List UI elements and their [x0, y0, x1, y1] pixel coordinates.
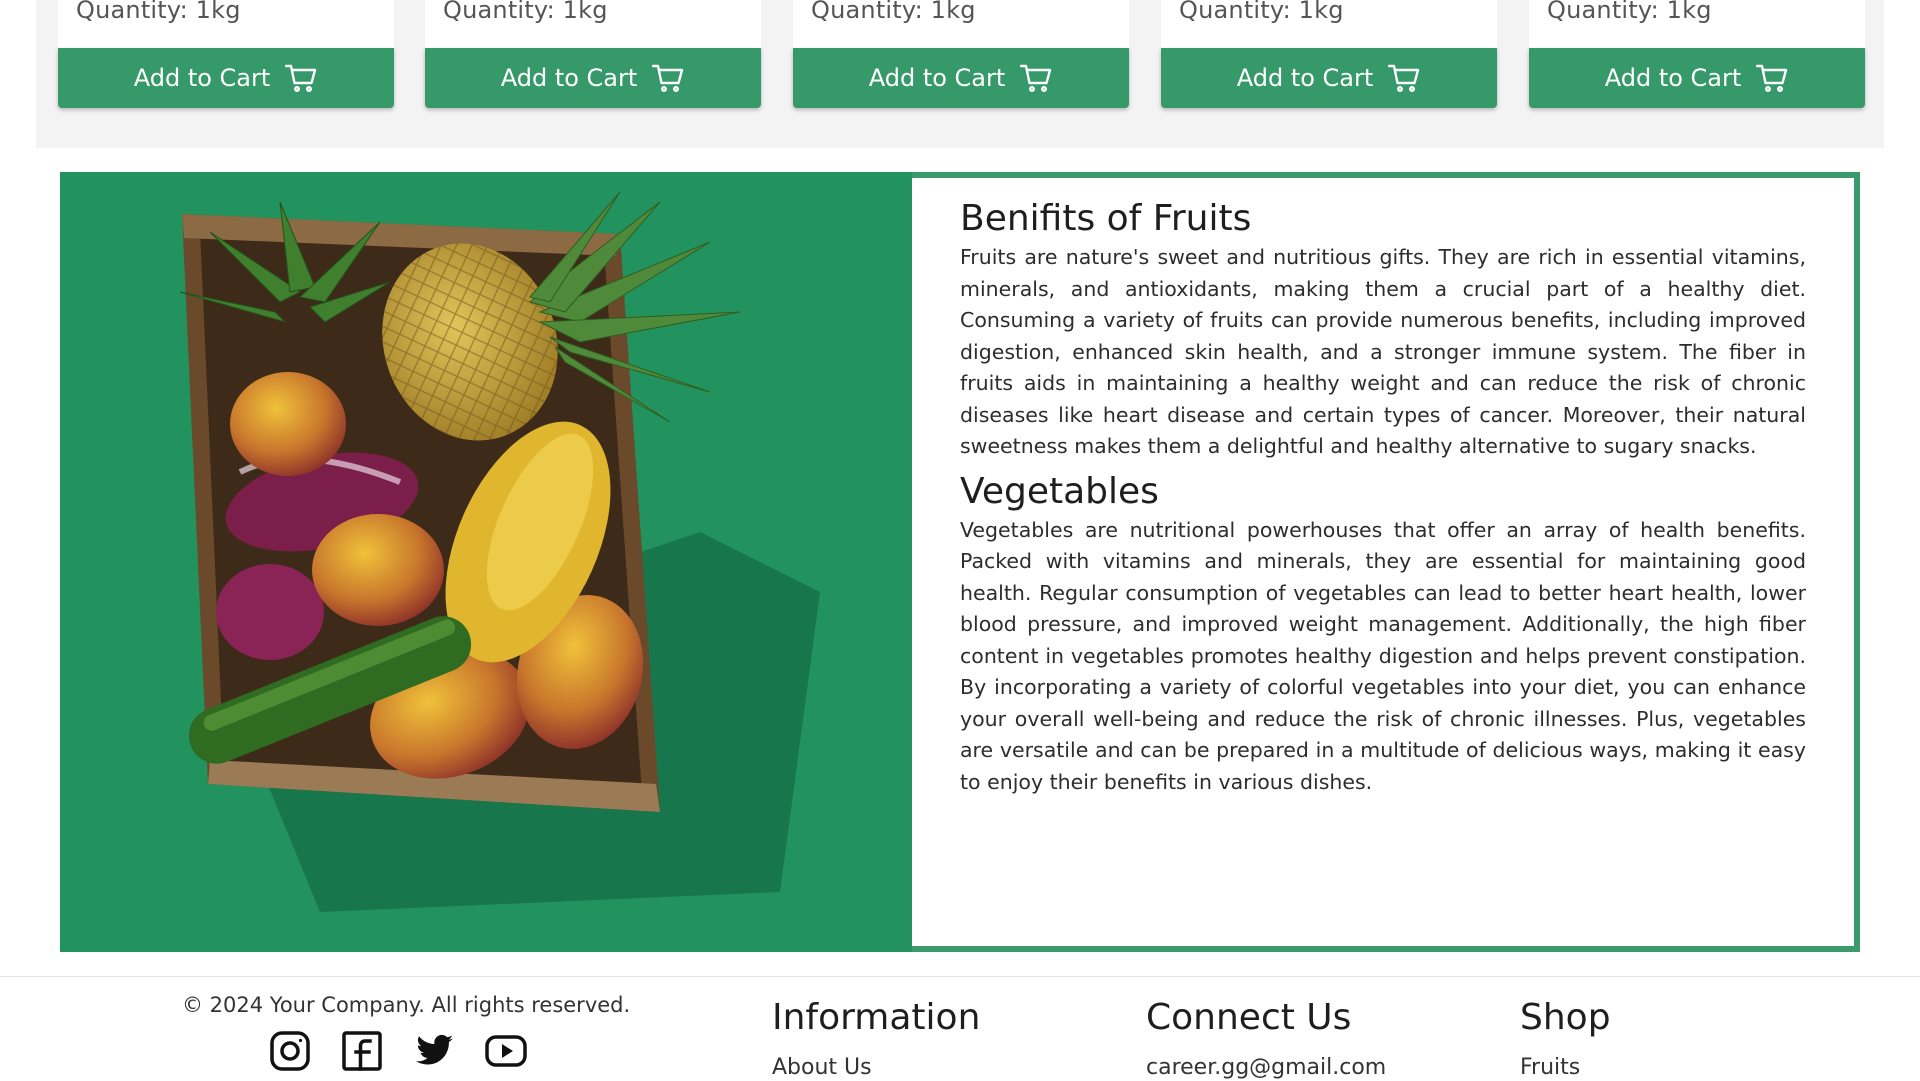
product-card-body: Quantity: 1kg	[793, 0, 1129, 48]
fruits-heading: Benifits of Fruits	[960, 198, 1252, 239]
instagram-icon[interactable]	[268, 1029, 312, 1073]
footer-shop-column: Shop Fruits	[1520, 995, 1611, 1080]
add-to-cart-button[interactable]: Add to Cart	[793, 48, 1129, 108]
add-to-cart-button[interactable]: Add to Cart	[58, 48, 394, 108]
footer-information-heading: Information	[772, 997, 981, 1038]
add-to-cart-label: Add to Cart	[1236, 64, 1374, 92]
footer-connect-column: Connect Us career.gg@gmail.com	[1146, 995, 1386, 1080]
product-card-body: Quantity: 1kg	[1529, 0, 1865, 48]
footer-connect-heading: Connect Us	[1146, 997, 1352, 1038]
social-links	[268, 1029, 528, 1073]
footer-shop-heading: Shop	[1520, 997, 1611, 1038]
product-card: Quantity: 1kg Add to Cart	[1529, 0, 1865, 108]
product-card-body: Quantity: 1kg	[58, 0, 394, 48]
footer-information-column: Information About Us	[772, 995, 980, 1080]
footer-link-email[interactable]: career.gg@gmail.com	[1146, 1055, 1386, 1080]
twitter-icon[interactable]	[412, 1029, 456, 1073]
add-to-cart-label: Add to Cart	[500, 64, 638, 92]
add-to-cart-button[interactable]: Add to Cart	[1161, 48, 1497, 108]
product-quantity: Quantity: 1kg	[443, 0, 608, 24]
add-to-cart-label: Add to Cart	[133, 64, 271, 92]
product-card-body: Quantity: 1kg	[425, 0, 761, 48]
footer-link-fruits[interactable]: Fruits	[1520, 1055, 1611, 1080]
product-card: Quantity: 1kg Add to Cart	[1161, 0, 1497, 108]
product-quantity: Quantity: 1kg	[76, 0, 241, 24]
vegetables-paragraph: Vegetables are nutritional powerhouses t…	[960, 517, 1806, 794]
footer-link-about-us[interactable]: About Us	[772, 1055, 980, 1080]
product-strip: Quantity: 1kg Add to Cart Quantity: 1kg …	[36, 0, 1884, 148]
fruit-crate-image	[60, 172, 912, 952]
cart-icon	[1756, 64, 1788, 93]
fruits-paragraph: Fruits are nature's sweet and nutritious…	[960, 245, 1806, 458]
cart-icon	[1020, 64, 1052, 93]
product-card: Quantity: 1kg Add to Cart	[58, 0, 394, 108]
product-card: Quantity: 1kg Add to Cart	[793, 0, 1129, 108]
fruit-crate-illustration	[179, 191, 820, 912]
add-to-cart-button[interactable]: Add to Cart	[425, 48, 761, 108]
facebook-icon[interactable]	[340, 1029, 384, 1073]
copyright-text: © 2024 Your Company. All rights reserved…	[182, 993, 631, 1017]
product-quantity: Quantity: 1kg	[1547, 0, 1712, 24]
benefits-section: Benifits of Fruits Fruits are nature's s…	[60, 172, 1860, 952]
benefits-text-panel: Benifits of Fruits Fruits are nature's s…	[912, 178, 1854, 946]
product-quantity: Quantity: 1kg	[811, 0, 976, 24]
cart-icon	[285, 64, 317, 93]
add-to-cart-label: Add to Cart	[868, 64, 1006, 92]
add-to-cart-label: Add to Cart	[1604, 64, 1742, 92]
product-card: Quantity: 1kg Add to Cart	[425, 0, 761, 108]
youtube-icon[interactable]	[484, 1029, 528, 1073]
cart-icon	[652, 64, 684, 93]
vegetables-heading: Vegetables	[960, 470, 1159, 512]
add-to-cart-button[interactable]: Add to Cart	[1529, 48, 1865, 108]
product-card-body: Quantity: 1kg	[1161, 0, 1497, 48]
site-footer: © 2024 Your Company. All rights reserved…	[0, 976, 1920, 1081]
product-quantity: Quantity: 1kg	[1179, 0, 1344, 24]
cart-icon	[1388, 64, 1420, 93]
